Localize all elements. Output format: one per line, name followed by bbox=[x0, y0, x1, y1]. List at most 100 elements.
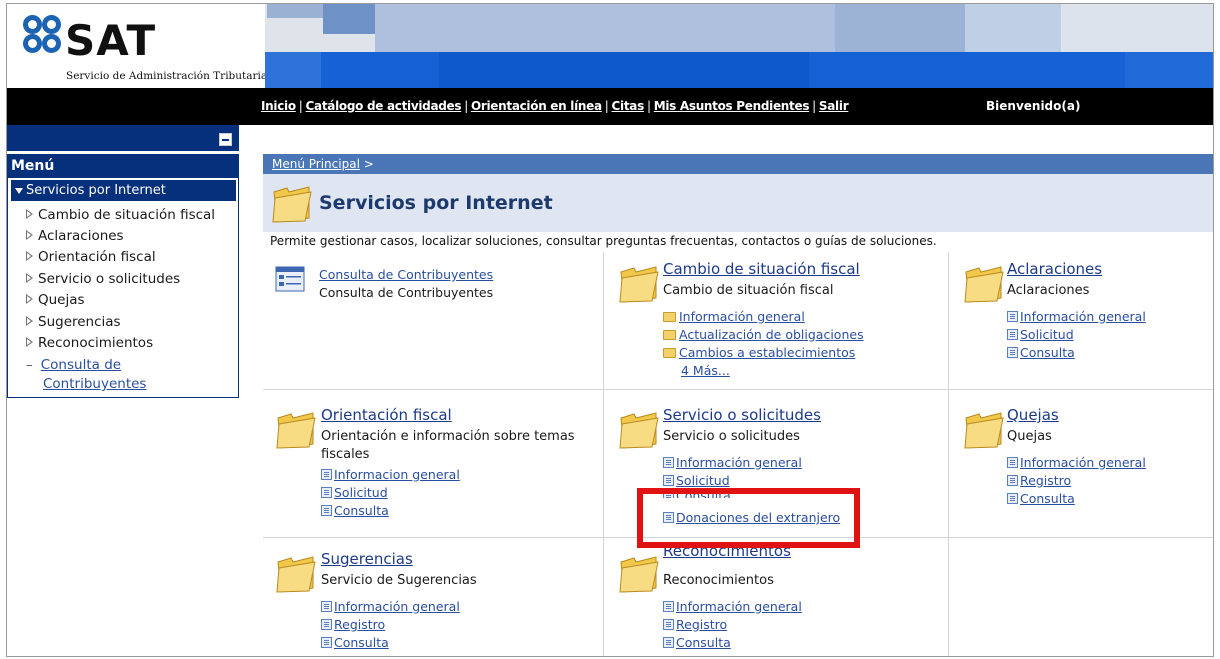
caret-down-icon bbox=[15, 187, 23, 194]
sidebar-item-reconocimientos[interactable]: Reconocimientos bbox=[26, 334, 153, 353]
card-aclaraciones: Aclaraciones Aclaraciones Información ge… bbox=[963, 260, 1203, 388]
link-informacion-general[interactable]: Información general bbox=[663, 454, 802, 472]
nav-salir[interactable]: Salir bbox=[819, 99, 849, 113]
link-informacion-general[interactable]: Información general bbox=[663, 598, 802, 616]
document-icon bbox=[321, 487, 332, 498]
link-registro[interactable]: Registro bbox=[321, 616, 385, 634]
sidebar-item-label: Quejas bbox=[38, 292, 85, 308]
sidebar-selected-label: Servicios por Internet bbox=[26, 183, 166, 198]
logo-dot-icon bbox=[23, 15, 42, 34]
welcome-text: Bienvenido(a) bbox=[986, 99, 1081, 113]
highlight-box bbox=[637, 488, 860, 548]
link-informacion-general[interactable]: Informacion general bbox=[321, 466, 460, 484]
sidebar-item-label: Sugerencias bbox=[38, 314, 121, 330]
collapse-menu-icon[interactable] bbox=[219, 133, 232, 146]
sidebar-item-servicio-solicitudes[interactable]: Servicio o solicitudes bbox=[26, 270, 180, 289]
card-title-consulta-contribuyentes[interactable]: Consulta de Contribuyentes bbox=[319, 266, 493, 284]
link-informacion-general[interactable]: Información general bbox=[1007, 308, 1146, 326]
link-actualizacion-obligaciones[interactable]: Actualización de obligaciones bbox=[663, 326, 864, 344]
link-mas[interactable]: 4 Más... bbox=[681, 362, 730, 380]
document-icon bbox=[321, 619, 332, 630]
breadcrumb-menu-principal[interactable]: Menú Principal bbox=[272, 157, 360, 171]
document-icon bbox=[1007, 329, 1018, 340]
nav-mis-asuntos-pendientes[interactable]: Mis Asuntos Pendientes bbox=[654, 99, 810, 113]
card-title-cambio-situacion-fiscal[interactable]: Cambio de situación fiscal bbox=[663, 260, 860, 278]
sidebar-item-sugerencias[interactable]: Sugerencias bbox=[26, 313, 121, 332]
nav-inicio[interactable]: Inicio bbox=[261, 99, 296, 113]
sidebar-item-label: Reconocimientos bbox=[38, 335, 154, 351]
page-title: Servicios por Internet bbox=[319, 192, 553, 214]
folder-small-icon bbox=[663, 348, 676, 358]
card-title-sugerencias[interactable]: Sugerencias bbox=[321, 550, 413, 568]
logo-dot-icon bbox=[42, 15, 61, 34]
top-nav: Inicio | Catálogo de actividades | Orientaci… bbox=[261, 99, 849, 113]
link-consulta[interactable]: Consulta bbox=[321, 634, 389, 652]
sidebar-toolbar bbox=[7, 125, 239, 151]
breadcrumb-separator: > bbox=[363, 157, 374, 171]
nav-orientacion-en-linea[interactable]: Orientación en línea bbox=[471, 99, 602, 113]
sidebar-item-orientacion-fiscal[interactable]: Orientación fiscal bbox=[26, 248, 156, 267]
sidebar-item-consulta-contribuyentes[interactable]: – Consulta de Contribuyentes bbox=[26, 356, 146, 394]
sidebar-item-quejas[interactable]: Quejas bbox=[26, 291, 85, 310]
card-title-reconocimientos[interactable]: Reconocimientos bbox=[663, 547, 791, 559]
card-desc: Quejas bbox=[1007, 429, 1052, 444]
folder-icon bbox=[619, 412, 659, 449]
page-description: Permite gestionar casos, localizar soluc… bbox=[270, 234, 937, 248]
link-informacion-general[interactable]: Información general bbox=[321, 598, 460, 616]
card-title-quejas[interactable]: Quejas bbox=[1007, 406, 1059, 424]
expand-arrow-icon bbox=[26, 316, 33, 326]
card-cambio-situacion-fiscal: Cambio de situación fiscal Cambio de sit… bbox=[618, 260, 938, 388]
document-icon bbox=[663, 457, 674, 468]
card-title-aclaraciones[interactable]: Aclaraciones bbox=[1007, 260, 1102, 278]
sidebar-item-aclaraciones[interactable]: Aclaraciones bbox=[26, 227, 124, 246]
sidebar-item-label: Aclaraciones bbox=[38, 228, 124, 244]
link-consulta[interactable]: Consulta bbox=[1007, 490, 1075, 508]
card-title-servicio-solicitudes[interactable]: Servicio o solicitudes bbox=[663, 406, 821, 424]
folder-small-icon bbox=[663, 330, 676, 340]
document-icon bbox=[1007, 347, 1018, 358]
link-informacion-general[interactable]: Información general bbox=[1007, 454, 1146, 472]
sidebar-item-servicios-por-internet[interactable]: Servicios por Internet bbox=[11, 180, 236, 201]
expand-arrow-icon bbox=[26, 294, 33, 304]
expand-arrow-icon bbox=[26, 337, 33, 347]
nav-catalogo-actividades[interactable]: Catálogo de actividades bbox=[306, 99, 462, 113]
folder-icon bbox=[964, 266, 1004, 303]
link-consulta[interactable]: Consulta bbox=[1007, 344, 1075, 362]
card-desc: Servicio o solicitudes bbox=[663, 429, 800, 444]
sidebar-item-label: Servicio o solicitudes bbox=[38, 271, 181, 287]
logo-dot-icon bbox=[23, 34, 42, 53]
link-informacion-general[interactable]: Información general bbox=[663, 308, 805, 326]
nav-citas[interactable]: Citas bbox=[612, 99, 645, 113]
folder-icon bbox=[619, 266, 659, 303]
expand-arrow-icon bbox=[26, 230, 33, 240]
top-nav-bar: Inicio | Catálogo de actividades | Orientaci… bbox=[7, 88, 1213, 125]
header-banner bbox=[265, 4, 1213, 88]
link-consulta[interactable]: Consulta bbox=[321, 502, 389, 520]
link-consulta[interactable]: Consulta bbox=[663, 634, 731, 652]
link-solicitud[interactable]: Solicitud bbox=[321, 484, 388, 502]
card-desc-line1: Orientación e información sobre temas bbox=[321, 429, 575, 444]
link-cambios-establecimientos[interactable]: Cambios a establecimientos bbox=[663, 344, 855, 362]
logo-dot-icon bbox=[42, 34, 61, 53]
sat-logo[interactable]: SAT Servicio de Administración Tributari… bbox=[7, 4, 267, 88]
sidebar-menu: Servicios por Internet Cambio de situaci… bbox=[7, 178, 239, 398]
link-registro[interactable]: Registro bbox=[663, 616, 727, 634]
expand-arrow-icon bbox=[26, 209, 33, 219]
sidebar-link-label-2[interactable]: Contribuyentes bbox=[43, 376, 146, 392]
card-desc: Reconocimientos bbox=[663, 573, 774, 588]
document-icon bbox=[663, 637, 674, 648]
sidebar-link-label-1[interactable]: Consulta de bbox=[41, 357, 121, 373]
document-icon bbox=[663, 619, 674, 630]
card-desc-line2: fiscales bbox=[321, 447, 370, 462]
sidebar-item-cambio-situacion-fiscal[interactable]: Cambio de situación fiscal bbox=[26, 206, 215, 225]
document-icon bbox=[321, 469, 332, 480]
card-sugerencias: Sugerencias Servicio de Sugerencias Info… bbox=[275, 550, 595, 654]
link-solicitud[interactable]: Solicitud bbox=[1007, 326, 1074, 344]
link-registro[interactable]: Registro bbox=[1007, 472, 1071, 490]
expand-arrow-icon bbox=[26, 273, 33, 283]
folder-icon bbox=[964, 412, 1004, 449]
sidebar-item-label: Cambio de situación fiscal bbox=[38, 207, 216, 223]
card-title-orientacion-fiscal[interactable]: Orientación fiscal bbox=[321, 406, 452, 424]
menu-header: Menú bbox=[7, 154, 239, 178]
document-icon bbox=[1007, 493, 1018, 504]
